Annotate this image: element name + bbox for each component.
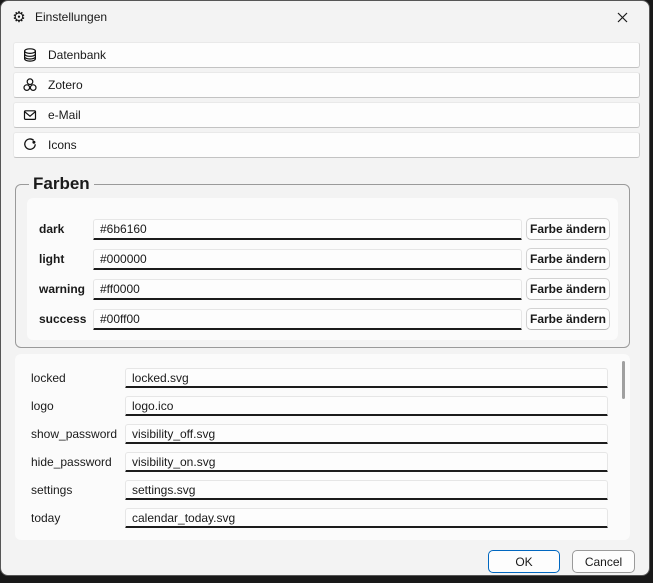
icon-input-locked[interactable] [125, 368, 608, 388]
database-icon [22, 47, 38, 63]
desktop-backdrop: ⚙ Einstellungen Datenbank [0, 0, 653, 583]
color-input-success[interactable] [93, 309, 522, 330]
cancel-button[interactable]: Cancel [572, 550, 635, 573]
icon-label: hide_password [31, 455, 125, 469]
change-color-button[interactable]: Farbe ändern [526, 218, 610, 240]
mail-icon [22, 107, 38, 123]
section-label: e-Mail [48, 108, 81, 122]
color-label: success [39, 312, 93, 326]
icon-row-settings: settings [31, 476, 608, 504]
section-list: Datenbank Zotero [1, 33, 649, 158]
color-row-dark: dark Farbe ändern [39, 214, 610, 244]
icon-label: show_password [31, 427, 125, 441]
icon-input-settings[interactable] [125, 480, 608, 500]
farben-groupbox: Farben dark Farbe ändern light Farbe änd… [15, 174, 630, 348]
section-header-icons[interactable]: Icons [13, 132, 640, 158]
color-input-dark[interactable] [93, 219, 522, 240]
icon-label: locked [31, 371, 125, 385]
icon-row-logo: logo [31, 392, 608, 420]
icon-input-show-password[interactable] [125, 424, 608, 444]
color-input-warning[interactable] [93, 279, 522, 300]
change-color-button[interactable]: Farbe ändern [526, 308, 610, 330]
color-label: warning [39, 282, 93, 296]
icon-row-today: today [31, 504, 608, 532]
icon-input-logo[interactable] [125, 396, 608, 416]
ok-button[interactable]: OK [488, 550, 560, 573]
close-icon [617, 12, 628, 23]
icon-row-hide-password: hide_password [31, 448, 608, 476]
section-label: Icons [48, 138, 77, 152]
icon-label: today [31, 511, 125, 525]
section-header-email[interactable]: e-Mail [13, 102, 640, 128]
settings-dialog: ⚙ Einstellungen Datenbank [0, 0, 650, 576]
icon-label: logo [31, 399, 125, 413]
gear-icon: ⚙ [11, 10, 27, 25]
farben-legend: Farben [29, 174, 94, 194]
section-header-zotero[interactable]: Zotero [13, 72, 640, 98]
refresh-icon [22, 137, 38, 153]
icon-label: settings [31, 483, 125, 497]
color-row-warning: warning Farbe ändern [39, 274, 610, 304]
section-label: Zotero [48, 78, 83, 92]
window-title: Einstellungen [35, 10, 107, 24]
color-label: light [39, 252, 93, 266]
section-header-datenbank[interactable]: Datenbank [13, 42, 640, 68]
icon-files-panel: locked logo show_password hide_password … [15, 354, 630, 540]
farben-panel: dark Farbe ändern light Farbe ändern war… [27, 198, 618, 340]
color-row-light: light Farbe ändern [39, 244, 610, 274]
icon-row-locked: locked [31, 364, 608, 392]
section-label: Datenbank [48, 48, 106, 62]
color-row-success: success Farbe ändern [39, 304, 610, 334]
icon-input-hide-password[interactable] [125, 452, 608, 472]
zotero-icon [22, 77, 38, 93]
color-input-light[interactable] [93, 249, 522, 270]
close-button[interactable] [603, 1, 641, 33]
change-color-button[interactable]: Farbe ändern [526, 278, 610, 300]
icon-row-show-password: show_password [31, 420, 608, 448]
title-bar[interactable]: ⚙ Einstellungen [1, 1, 649, 33]
change-color-button[interactable]: Farbe ändern [526, 248, 610, 270]
icon-input-today[interactable] [125, 508, 608, 528]
color-label: dark [39, 222, 93, 236]
scrollbar-thumb[interactable] [622, 361, 625, 399]
